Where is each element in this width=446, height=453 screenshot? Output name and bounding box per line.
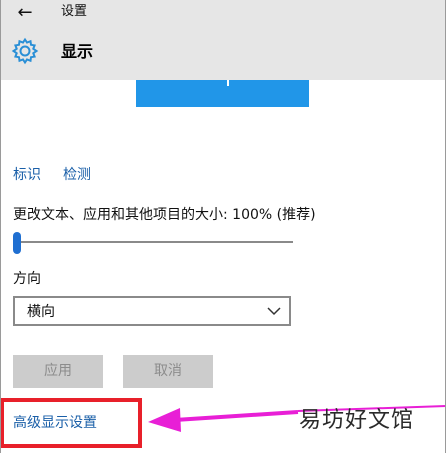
settings-window: ← 设置 显示 标识 检测 更改文本、应用和其他项目的大小: 100% (推荐)… — [0, 0, 446, 453]
apply-button[interactable]: 应用 — [13, 355, 103, 388]
chevron-down-icon — [267, 307, 281, 316]
window-left-border — [0, 0, 1, 453]
detect-link[interactable]: 检测 — [63, 166, 91, 184]
gear-icon — [11, 37, 39, 65]
window-title: 设置 — [61, 4, 88, 19]
orientation-selected-value: 横向 — [27, 304, 55, 320]
monitor-marker — [227, 80, 229, 86]
scale-slider-track[interactable] — [13, 241, 293, 243]
cancel-button[interactable]: 取消 — [123, 355, 213, 388]
display-monitor-preview[interactable] — [136, 80, 309, 107]
scale-slider-thumb[interactable] — [13, 232, 21, 254]
back-arrow-icon[interactable]: ← — [14, 2, 36, 24]
orientation-dropdown[interactable]: 横向 — [13, 296, 291, 326]
orientation-label: 方向 — [13, 271, 41, 287]
identify-link[interactable]: 标识 — [13, 166, 41, 184]
scale-label: 更改文本、应用和其他项目的大小: 100% (推荐) — [13, 207, 316, 223]
page-title: 显示 — [61, 42, 94, 61]
watermark-text: 易坊好文馆 — [299, 408, 415, 433]
header: ← 设置 显示 — [0, 0, 446, 80]
highlight-box — [0, 398, 142, 448]
